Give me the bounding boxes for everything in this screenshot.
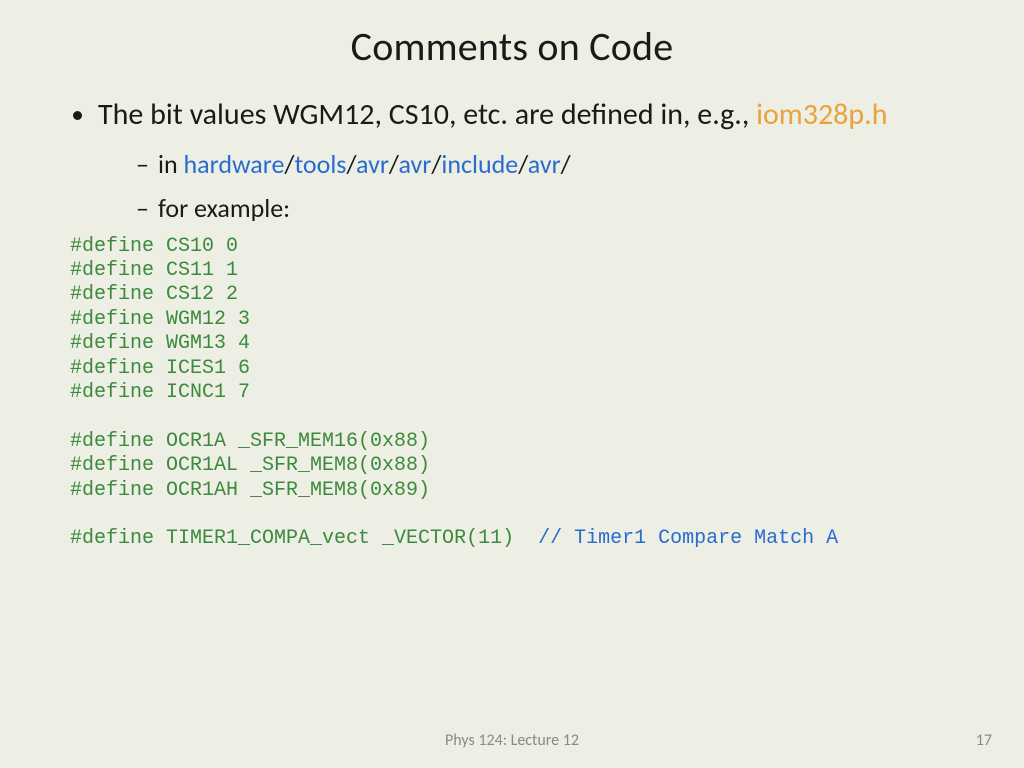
path-seg-4: include xyxy=(441,148,518,180)
path-seg-2: avr xyxy=(356,148,389,180)
path-seg-5: avr xyxy=(528,148,561,180)
bullet-list: The bit values WGM12, CS10, etc. are def… xyxy=(70,95,954,229)
sub-bullet-list: in hardware/tools/avr/avr/include/avr/ f… xyxy=(98,144,954,229)
code-line: #define OCR1AL _SFR_MEM8(0x88) xyxy=(70,454,430,477)
code-block: #define CS10 0 #define CS11 1 #define CS… xyxy=(70,235,954,552)
code-comment: // Timer1 Compare Match A xyxy=(538,527,838,550)
path-seg-3: avr xyxy=(398,148,431,180)
code-line-last-def: #define TIMER1_COMPA_vect _VECTOR(11) xyxy=(70,527,538,550)
sub-bullet-path: in hardware/tools/avr/avr/include/avr/ xyxy=(136,144,954,184)
code-line: #define OCR1AH _SFR_MEM8(0x89) xyxy=(70,479,430,502)
slide-body: The bit values WGM12, CS10, etc. are def… xyxy=(0,71,1024,552)
sub-bullet-example: for example: xyxy=(136,188,954,228)
bullet-item-1: The bit values WGM12, CS10, etc. are def… xyxy=(98,95,954,229)
code-line: #define CS11 1 xyxy=(70,259,238,282)
slide: Comments on Code The bit values WGM12, C… xyxy=(0,0,1024,768)
code-line: #define ICES1 6 xyxy=(70,357,250,380)
code-line: #define CS10 0 xyxy=(70,235,238,258)
code-line: #define OCR1A _SFR_MEM16(0x88) xyxy=(70,430,430,453)
code-line: #define WGM12 3 xyxy=(70,308,250,331)
path-seg-0: hardware xyxy=(184,148,285,180)
footer-center: Phys 124: Lecture 12 xyxy=(0,731,1024,750)
bullet-1-text: The bit values WGM12, CS10, etc. are def… xyxy=(98,96,756,133)
code-line: #define CS12 2 xyxy=(70,283,238,306)
sub1-pre: in xyxy=(158,148,184,180)
code-line: #define WGM13 4 xyxy=(70,332,250,355)
slide-title: Comments on Code xyxy=(0,0,1024,71)
code-line: #define ICNC1 7 xyxy=(70,381,250,404)
page-number: 17 xyxy=(976,731,992,750)
path-seg-1: tools xyxy=(294,148,346,180)
filename-highlight: iom328p.h xyxy=(756,96,887,133)
